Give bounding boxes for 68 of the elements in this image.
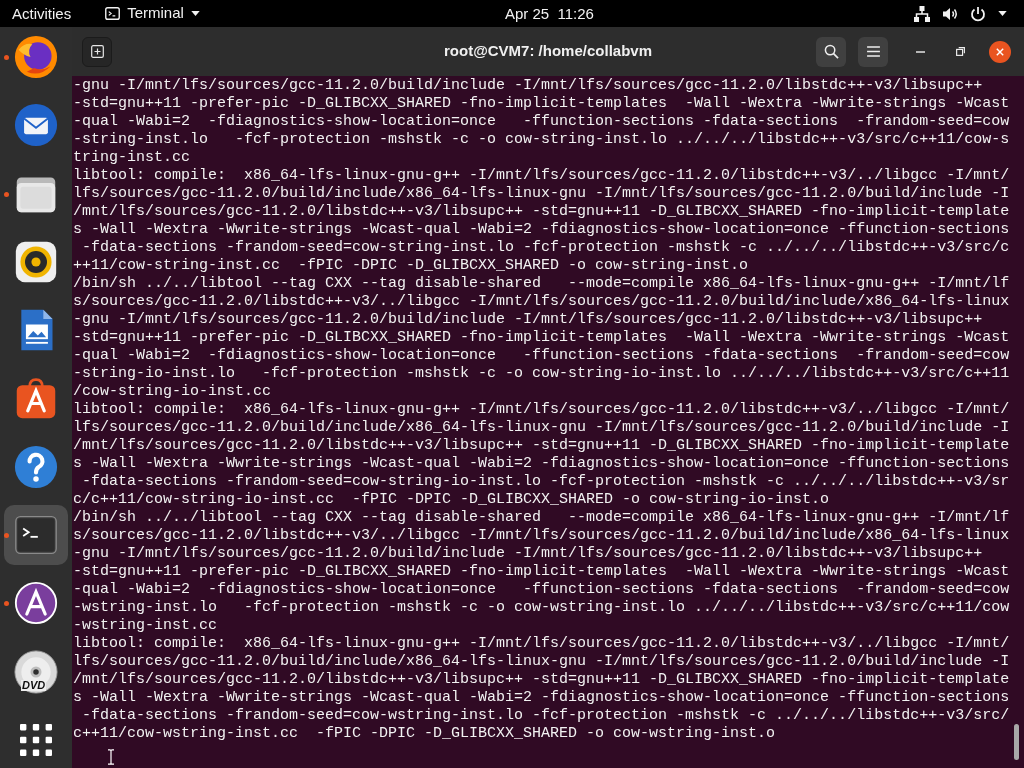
terminal-line: -std=gnu++11 -prefer-pic -D_GLIBCXX_SHARED -fno-implicit-templates -Wall -Wextra -Wwrite-strings -Wcast: [73, 95, 1010, 113]
caret-icon: [190, 11, 200, 16]
terminal-line: s -Wall -Wextra -Wwrite-strings -Wcast-qual -Wabi=2 -fdiagnostics-show-location=once -ffunction-sections: [73, 455, 1010, 473]
caret-icon: [998, 11, 1007, 16]
terminal-line: -fdata-sections -frandom-seed=cow-string-io-inst.lo -fcf-protection -mshstk -c ../../../libstdc++-v3/sr: [81, 473, 1010, 491]
terminal-line: -wstring-inst.lo -fcf-protection -mshstk -c -o cow-wstring-inst.lo ../../../libstdc++-v3/src/c++11/cow: [73, 599, 1010, 617]
terminal-line: -string-inst.lo -fcf-protection -mshstk -c -o cow-string-inst.lo ../../../libstdc++-v3/src/c++11/cow-s: [73, 131, 1010, 149]
terminal-line: c/c++11/cow-string-io-inst.cc -fPIC -DPIC -D_GLIBCXX_SHARED -o cow-string-io-inst.o: [73, 491, 830, 509]
terminal-line: /cow-string-io-inst.cc: [73, 383, 272, 401]
terminal-line: lfs/sources/gcc-11.2.0/build/include/x86_64-lfs-linux-gnu -I/mnt/lfs/sources/gcc-11.2.0/build/include -I: [73, 419, 1010, 437]
terminal-line: -qual -Wabi=2 -fdiagnostics-show-location=once -ffunction-sections -fdata-sections -frandom-seed=cow: [73, 581, 1010, 599]
speaker-icon: [14, 239, 58, 284]
terminal-line: -qual -Wabi=2 -fdiagnostics-show-location=once -ffunction-sections -fdata-sections -frandom-seed=cow: [73, 347, 1010, 365]
power-icon[interactable]: [970, 5, 986, 22]
terminal-line: s/sources/gcc-11.2.0/libstdc++-v3/../libgcc -I/mnt/lfs/sources/gcc-11.2.0/build/include/x86_64-lfs-linux: [73, 293, 1010, 311]
terminal-line: -string-io-inst.lo -fcf-protection -mshstk -c -o cow-string-io-inst.lo ../../../libstdc++-v3/src/c++11: [73, 365, 1010, 383]
terminal-line: -wstring-inst.cc: [73, 617, 218, 635]
new-tab-button[interactable]: [82, 36, 112, 67]
terminal-line: tring-inst.cc: [73, 149, 191, 167]
activities-button[interactable]: Activities: [12, 0, 72, 27]
search-button[interactable]: [816, 36, 846, 67]
terminal-line: lfs/sources/gcc-11.2.0/build/include/x86_64-lfs-linux-gnu -I/mnt/lfs/sources/gcc-11.2.0/build/include -I: [73, 653, 1010, 671]
terminal-line: ++11/cow-string-inst.cc -fPIC -DPIC -D_GLIBCXX_SHARED -o cow-string-inst.o: [73, 257, 749, 275]
volume-icon[interactable]: [942, 5, 958, 22]
terminal-line: -std=gnu++11 -prefer-pic -D_GLIBCXX_SHARED -fno-implicit-templates -Wall -Wextra -Wwrite-strings -Wcast: [73, 563, 1010, 581]
help-icon: [14, 444, 58, 489]
clock-button[interactable]: Apr 25 11:26: [505, 0, 594, 27]
terminal-line: -gnu -I/mnt/lfs/sources/gcc-11.2.0/build/include -I/mnt/lfs/sources/gcc-11.2.0/libstdc++-v3/libsupc++: [73, 77, 983, 95]
menu-icon: [866, 46, 880, 57]
terminal-line: -gnu -I/mnt/lfs/sources/gcc-11.2.0/build/include -I/mnt/lfs/sources/gcc-11.2.0/libstdc++-v3/libsupc++: [73, 545, 983, 563]
dock-item[interactable]: DVD: [4, 641, 68, 702]
app-grid-icon: [20, 723, 52, 756]
terminal-line: -fdata-sections -frandom-seed=cow-string-inst.lo -fcf-protection -mshstk -c ../../../libstdc++-v3/src/c: [81, 239, 1010, 257]
scrollbar-thumb[interactable]: [1014, 724, 1019, 760]
terminal-icon: [105, 7, 121, 20]
app-menu-button[interactable]: Terminal: [105, 2, 200, 25]
terminal-line: -std=gnu++11 -prefer-pic -D_GLIBCXX_SHARED -fno-implicit-templates -Wall -Wextra -Wwrite-strings -Wcast: [73, 329, 1010, 347]
close-icon: [996, 47, 1004, 56]
terminal-line: libtool: compile: x86_64-lfs-linux-gnu-g++ -I/mnt/lfs/sources/gcc-11.2.0/libstdc++-v3/../libgcc -I/mnt/: [73, 635, 1010, 653]
terminal-line: libtool: compile: x86_64-lfs-linux-gnu-g++ -I/mnt/lfs/sources/gcc-11.2.0/libstdc++-v3/../libgcc -I/mnt/: [73, 167, 1010, 185]
terminal-line: s -Wall -Wextra -Wwrite-strings -Wcast-qual -Wabi=2 -fdiagnostics-show-location=once -ffunction-sections: [73, 221, 1010, 239]
terminal-line: libtool: compile: x86_64-lfs-linux-gnu-g++ -I/mnt/lfs/sources/gcc-11.2.0/libstdc++-v3/../libgcc -I/mnt/: [73, 401, 1010, 419]
network-icon[interactable]: [914, 5, 930, 22]
terminal-line: -fdata-sections -frandom-seed=cow-wstring-inst.lo -fcf-protection -mshstk -c ../../../libstdc++-v3/src/: [81, 707, 1010, 725]
terminal-line: lfs/sources/gcc-11.2.0/build/include/x86_64-lfs-linux-gnu -I/mnt/lfs/sources/gcc-11.2.0/build/include -I: [73, 185, 1010, 203]
terminal-line: s/sources/gcc-11.2.0/libstdc++-v3/../libgcc -I/mnt/lfs/sources/gcc-11.2.0/build/include/x86_64-lfs-linux: [73, 527, 1010, 545]
terminal-line: -qual -Wabi=2 -fdiagnostics-show-location=once -ffunction-sections -fdata-sections -frandom-seed=cow: [73, 113, 1010, 131]
terminal-line: /mnt/lfs/sources/gcc-11.2.0/libstdc++-v3/libsupc++ -std=gnu++11 -D_GLIBCXX_SHARED -fno-implicit-template: [73, 437, 1010, 455]
app-menu-label: Terminal: [127, 3, 184, 24]
search-icon: [823, 44, 839, 59]
menu-button[interactable]: [858, 36, 888, 67]
mail-icon: [14, 103, 58, 148]
terminal-line: /mnt/lfs/sources/gcc-11.2.0/libstdc++-v3/libsupc++ -std=gnu++11 -D_GLIBCXX_SHARED -fno-implicit-template: [73, 203, 1010, 221]
new-tab-icon: [90, 45, 104, 58]
text-cursor-icon: [107, 749, 115, 765]
terminal-line: s -Wall -Wextra -Wwrite-strings -Wcast-qual -Wabi=2 -fdiagnostics-show-location=once -ffunction-sections: [73, 689, 1010, 707]
terminal-line: c++11/cow-wstring-inst.cc -fPIC -DPIC -D_GLIBCXX_SHARED -o cow-wstring-inst.o: [73, 725, 776, 743]
terminal-line: /bin/sh ../../libtool --tag CXX --tag disable-shared --mode=compile x86_64-lfs-linux-gnu-g++ -I/mnt/lf: [73, 509, 1010, 527]
terminal-line: /bin/sh ../../libtool --tag CXX --tag disable-shared --mode=compile x86_64-lfs-linux-gnu-g++ -I/mnt/lf: [73, 275, 1010, 293]
window-title: root@CVM7: /home/collabvm: [444, 41, 652, 62]
restore-icon: [955, 47, 965, 56]
shopping-bag-icon: [14, 376, 58, 421]
app-emblem-icon: [14, 581, 58, 626]
terminal-line: -gnu -I/mnt/lfs/sources/gcc-11.2.0/build/include -I/mnt/lfs/sources/gcc-11.2.0/libstdc++-v3/libsupc++: [73, 311, 983, 329]
close-button[interactable]: [989, 40, 1011, 63]
minimize-icon: [915, 50, 925, 53]
globe-icon: [14, 35, 58, 79]
terminal-line: /mnt/lfs/sources/gcc-11.2.0/libstdc++-v3/libsupc++ -std=gnu++11 -D_GLIBCXX_SHARED -fno-implicit-template: [73, 671, 1010, 689]
